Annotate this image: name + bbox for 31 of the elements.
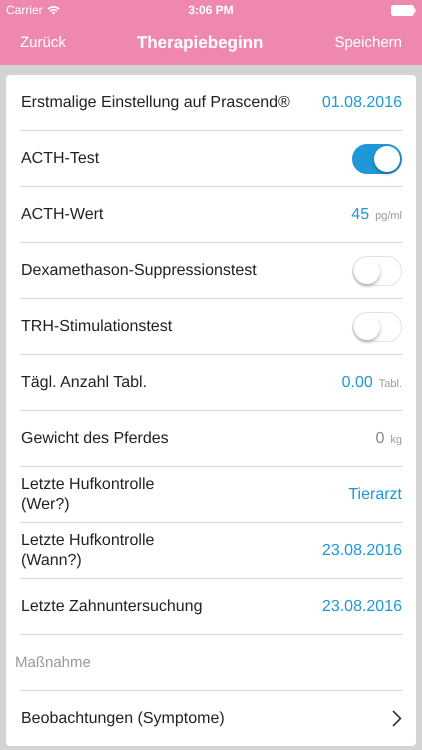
value-text[interactable]: 23.08.2016 <box>322 598 402 616</box>
input-field[interactable]: Maßnahme <box>15 654 397 671</box>
unit-text: pg/ml <box>375 210 402 222</box>
row-label: Letzte Hufkontrolle (Wann?) <box>20 530 154 570</box>
value-text[interactable]: 01.08.2016 <box>322 94 402 112</box>
row-label: Letzte Hufkontrolle (Wer?) <box>20 474 154 514</box>
value-text[interactable]: 0 <box>375 430 384 448</box>
toggle-switch[interactable] <box>352 144 402 174</box>
list-item[interactable]: Beobachtungen (Symptome) <box>20 691 402 746</box>
wifi-icon <box>46 5 60 15</box>
unit-text: kg <box>390 434 402 446</box>
unit-text: Tabl. <box>378 378 402 390</box>
row-label: Dexamethason-Suppressionstest <box>20 260 257 280</box>
row-label: Tägl. Anzahl Tabl. <box>20 372 148 392</box>
carrier-text: Carrier <box>6 3 43 17</box>
back-button[interactable]: Zurück <box>20 34 66 51</box>
battery-icon <box>391 4 416 16</box>
status-time: 3:06 PM <box>188 3 234 17</box>
row-label: Letzte Zahnuntersuchung <box>20 596 202 616</box>
value-text[interactable]: Tierarzt <box>348 486 402 504</box>
value-text[interactable]: 0.00 <box>342 374 373 392</box>
nav-title: Therapiebeginn <box>136 32 264 52</box>
value-text[interactable]: 45 <box>351 206 370 224</box>
row-label: Gewicht des Pferdes <box>20 428 169 448</box>
row-label: TRH-Stimulationstest <box>20 316 172 336</box>
chevron-icon <box>392 710 402 727</box>
row-label: Erstmalige Einstellung auf Prascend® <box>20 92 290 112</box>
value-text[interactable]: 23.08.2016 <box>322 542 402 560</box>
save-button[interactable]: Speichern <box>334 34 402 51</box>
row-label: ACTH-Test <box>20 148 100 168</box>
row-label: ACTH-Wert <box>20 204 104 224</box>
